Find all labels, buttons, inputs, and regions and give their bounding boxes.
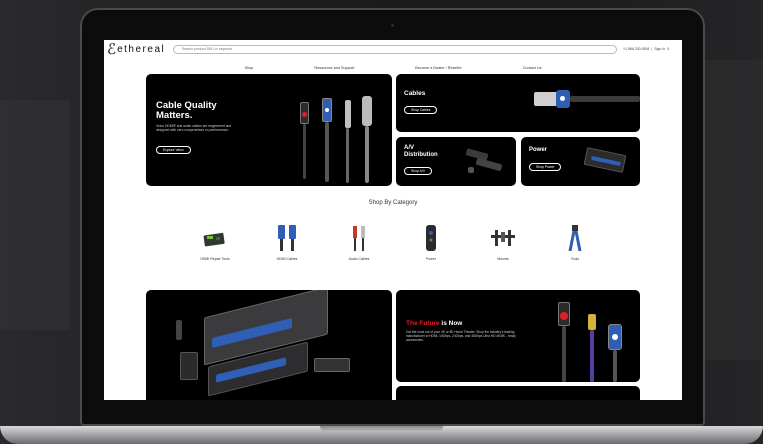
future-text: Get the most out of your 4K or 8K Home T… xyxy=(406,330,516,343)
category-label: Audio Cables xyxy=(348,257,370,261)
logo-text: ethereal xyxy=(117,43,166,55)
tv-mount-icon xyxy=(488,223,518,253)
shop-av-button[interactable]: Shop A/V xyxy=(404,167,433,175)
power-device-icon xyxy=(416,223,446,253)
phone-link[interactable]: +1.866.330.0554 xyxy=(623,47,649,51)
hdmi-repair-tool-icon xyxy=(200,223,230,253)
nav-item-contact[interactable]: Contact Us xyxy=(523,66,542,72)
category-hdmi-cables[interactable]: HDMI Cables xyxy=(262,223,312,261)
explore-velox-button[interactable]: Explore Velox xyxy=(156,146,191,154)
av-distribution-banner[interactable]: A/V Distribution Shop A/V xyxy=(396,137,516,186)
webcam-dot xyxy=(391,24,394,27)
shop-power-button[interactable]: Shop Power xyxy=(529,163,562,171)
cables-title: Cables xyxy=(404,90,426,97)
search-input[interactable] xyxy=(173,44,617,54)
logo-mark-icon: ℰ xyxy=(107,40,117,58)
crimp-tool-icon xyxy=(560,223,590,253)
shop-cables-button[interactable]: Shop Cables xyxy=(404,106,438,114)
category-label: HDMI Cables xyxy=(276,257,298,261)
category-tools[interactable]: Tools xyxy=(550,223,600,261)
power-title: Power xyxy=(529,147,548,153)
cables-banner[interactable]: Cables Shop Cables xyxy=(396,74,640,132)
category-mounts[interactable]: Mounts xyxy=(478,223,528,261)
cart-count[interactable]: 0 xyxy=(667,47,669,51)
category-label: Power xyxy=(426,257,436,261)
category-hdmi-repair-tools[interactable]: HDMI Repair Tools xyxy=(190,223,240,261)
category-list: HDMI Repair Tools HDMI Cables Audio Cabl… xyxy=(190,223,600,261)
future-title-rest: is Now xyxy=(439,320,463,327)
laptop-notch xyxy=(320,426,443,432)
future-banner[interactable]: The Future is Now Get the most out of yo… xyxy=(396,290,640,382)
sign-in-link[interactable]: Sign In xyxy=(654,47,665,51)
future-title: The Future is Now xyxy=(406,320,462,327)
category-label: Mounts xyxy=(497,257,509,261)
laptop-screen: ℰ ethereal +1.866.330.0554 | Sign In 0 S… xyxy=(104,40,682,400)
hero-text: Velox HDMI® and audio cables are enginee… xyxy=(156,124,232,133)
hdmi-cable-icon xyxy=(272,223,302,253)
nav-item-dealer[interactable]: Become a Dealer / Reseller xyxy=(415,66,461,72)
site-logo[interactable]: ℰ ethereal xyxy=(107,40,173,58)
audio-cable-icon xyxy=(344,223,374,253)
av-title: A/V Distribution xyxy=(404,145,438,158)
category-audio-cables[interactable]: Audio Cables xyxy=(334,223,384,261)
future-title-accent: The Future xyxy=(406,320,440,327)
main-nav: Shop Resources and Support Become a Deal… xyxy=(104,66,682,72)
hero-banner[interactable]: Cable Quality Matters. Velox HDMI® and a… xyxy=(146,74,392,186)
power-banner[interactable]: Power Shop Power xyxy=(521,137,640,186)
category-heading: Shop By Category xyxy=(368,200,418,206)
distribution-products-banner[interactable] xyxy=(146,290,392,400)
hero-title: Cable Quality Matters. xyxy=(156,100,217,121)
site-header: ℰ ethereal +1.866.330.0554 | Sign In 0 xyxy=(104,40,682,58)
category-power[interactable]: Power xyxy=(406,223,456,261)
category-label: HDMI Repair Tools xyxy=(200,257,230,261)
nav-item-resources[interactable]: Resources and Support xyxy=(314,66,354,72)
nav-item-shop[interactable]: Shop xyxy=(245,66,254,72)
category-label: Tools xyxy=(570,257,580,261)
header-divider: | xyxy=(651,47,653,51)
partial-bottom-banner[interactable] xyxy=(396,386,640,400)
header-utility: +1.866.330.0554 | Sign In 0 xyxy=(623,47,669,51)
